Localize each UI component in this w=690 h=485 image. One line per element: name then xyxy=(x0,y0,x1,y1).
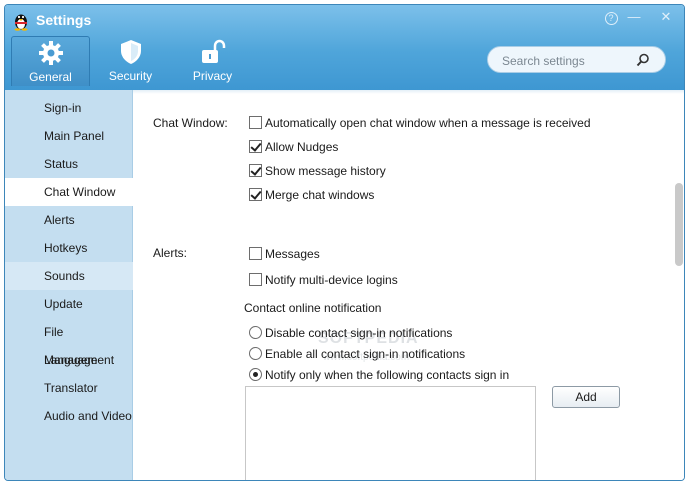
allow-nudges-checkbox[interactable] xyxy=(249,140,262,153)
sidebar-item-alerts[interactable]: Alerts xyxy=(5,206,133,234)
sidebar-item-update[interactable]: Update xyxy=(5,290,133,318)
auto-open-chat-label: Automatically open chat window when a me… xyxy=(265,116,591,130)
tab-security-label: Security xyxy=(108,69,153,83)
shield-icon xyxy=(120,40,141,64)
messages-label: Messages xyxy=(265,247,320,261)
messages-checkbox[interactable] xyxy=(249,247,262,260)
sidebar-item-hotkeys[interactable]: Hotkeys xyxy=(5,234,133,262)
multi-device-checkbox[interactable] xyxy=(249,273,262,286)
help-button[interactable]: ? xyxy=(602,9,620,25)
enable-all-signin-label: Enable all contact sign-in notifications xyxy=(265,347,466,361)
show-history-checkbox[interactable] xyxy=(249,164,262,177)
auto-open-chat-checkbox[interactable] xyxy=(249,116,262,129)
search-input[interactable] xyxy=(500,52,634,69)
sidebar-item-sounds[interactable]: Sounds xyxy=(5,262,133,290)
settings-content: Chat Window: Automatically open chat win… xyxy=(133,90,684,480)
close-icon: ✕ xyxy=(660,9,672,24)
window-title: Settings xyxy=(36,12,92,28)
tab-general[interactable]: General xyxy=(11,36,90,86)
tab-privacy-label: Privacy xyxy=(192,69,233,83)
merge-windows-label: Merge chat windows xyxy=(265,188,375,202)
header-bar: Settings ? — ✕ General Security Privacy … xyxy=(5,5,684,90)
contacts-list-box[interactable] xyxy=(245,386,536,480)
settings-window: Settings ? — ✕ General Security Privacy … xyxy=(4,4,685,481)
notify-following-label: Notify only when the following contacts … xyxy=(265,368,510,382)
show-history-label: Show message history xyxy=(265,164,386,178)
search-icon[interactable] xyxy=(636,53,650,67)
multi-device-label: Notify multi-device logins xyxy=(265,273,398,287)
lock-icon xyxy=(201,39,225,63)
sidebar-item-audio-and-video[interactable]: Audio and Video xyxy=(5,402,133,430)
content-scrollbar-thumb[interactable] xyxy=(675,183,683,266)
sidebar-item-main-panel[interactable]: Main Panel xyxy=(5,122,133,150)
disable-signin-label: Disable contact sign-in notifications xyxy=(265,326,453,340)
help-icon: ? xyxy=(604,12,618,25)
sidebar: Sign-in Main Panel Status Chat Window Al… xyxy=(5,90,133,480)
enable-all-signin-radio[interactable] xyxy=(249,347,262,360)
add-contact-button[interactable]: Add xyxy=(552,386,620,408)
search-box[interactable] xyxy=(487,46,666,73)
tab-general-label: General xyxy=(29,70,72,84)
penguin-logo-icon xyxy=(14,14,28,31)
merge-windows-checkbox[interactable] xyxy=(249,188,262,201)
alerts-section-label: Alerts: xyxy=(153,246,188,260)
sidebar-item-sign-in[interactable]: Sign-in xyxy=(5,94,133,122)
notify-following-radio[interactable] xyxy=(249,368,262,381)
tab-security[interactable]: Security xyxy=(91,36,170,86)
minimize-icon: — xyxy=(627,9,641,24)
sidebar-item-translator[interactable]: Translator xyxy=(5,374,133,402)
tab-privacy[interactable]: Privacy xyxy=(173,36,252,86)
sidebar-item-chat-window[interactable]: Chat Window xyxy=(5,178,133,206)
sidebar-item-status[interactable]: Status xyxy=(5,150,133,178)
sidebar-item-language[interactable]: Language xyxy=(5,346,133,374)
chat-window-section-label: Chat Window: xyxy=(153,116,228,130)
close-button[interactable]: ✕ xyxy=(657,9,675,25)
disable-signin-radio[interactable] xyxy=(249,326,262,339)
sidebar-item-file-management[interactable]: File Management xyxy=(5,318,133,367)
gear-icon xyxy=(38,41,63,65)
contact-notification-heading: Contact online notification xyxy=(244,301,382,315)
allow-nudges-label: Allow Nudges xyxy=(265,140,339,154)
content-divider xyxy=(133,90,684,94)
minimize-button[interactable]: — xyxy=(625,9,643,25)
